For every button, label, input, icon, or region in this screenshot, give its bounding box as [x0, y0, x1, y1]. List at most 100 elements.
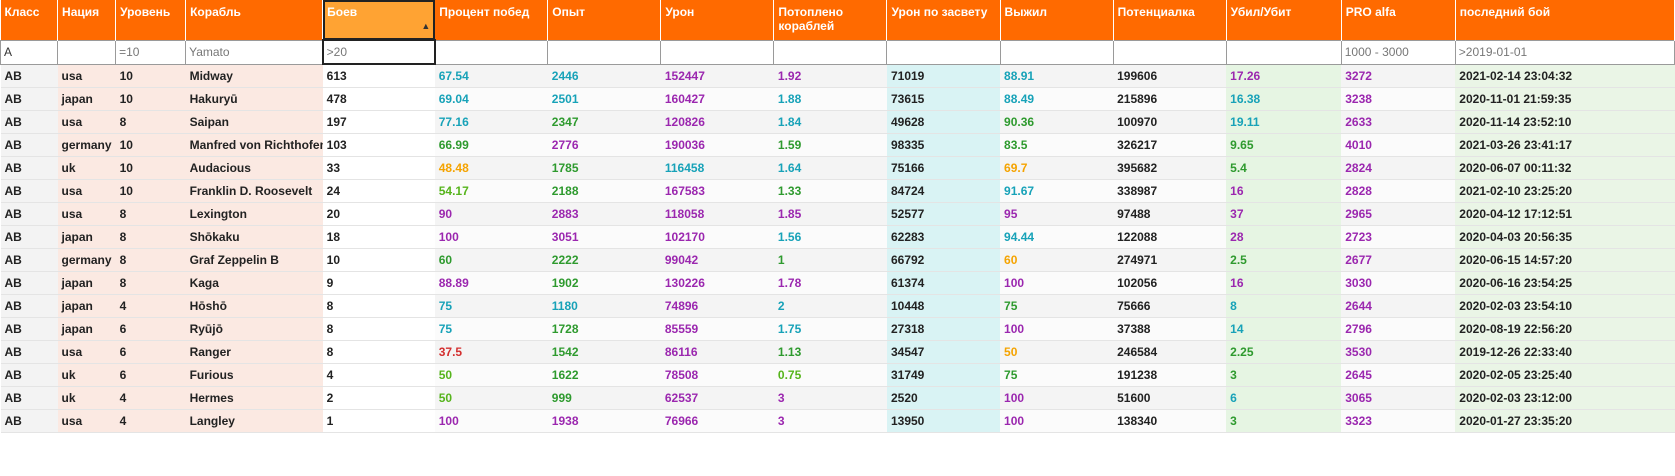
- table-row[interactable]: AB uk 6 Furious 4 50 1622 78508 0.75 31749 75 19123…: [0, 363, 1675, 387]
- column-header-frags[interactable]: Потоплено кораблей: [773, 0, 888, 40]
- cell-winrate: 88.89: [434, 271, 548, 295]
- cell-pro: 2828: [1341, 179, 1456, 203]
- cell-nation: uk: [57, 386, 116, 410]
- cell-spot: 66792: [886, 248, 1001, 272]
- table-row[interactable]: AB japan 4 Hōshō 8 75 1180 74896 2 10448 75 75666 8 2…: [0, 294, 1675, 318]
- column-header-spot[interactable]: Урон по засвету: [886, 0, 1001, 40]
- cell-potential: 274971: [1113, 248, 1227, 272]
- filter-input-tier[interactable]: [116, 41, 185, 63]
- filter-input-class[interactable]: [1, 41, 57, 63]
- column-header-xp[interactable]: Опыт: [547, 0, 662, 40]
- cell-ship: Hermes: [185, 386, 323, 410]
- column-header-damage[interactable]: Урон: [660, 0, 775, 40]
- cell-nation: japan: [57, 87, 116, 111]
- cell-battles: 2: [322, 386, 435, 410]
- cell-survived: 83.5: [1000, 133, 1114, 157]
- column-header-nation[interactable]: Нация: [57, 0, 117, 40]
- cell-frags: 1.59: [773, 133, 887, 157]
- cell-nation: usa: [57, 179, 116, 203]
- cell-nation: japan: [57, 271, 116, 295]
- column-header-survived[interactable]: Выжил: [1000, 0, 1114, 40]
- cell-winrate: 100: [434, 225, 548, 249]
- cell-battles: 10: [322, 248, 435, 272]
- column-header-class[interactable]: Класс: [0, 0, 59, 40]
- table-row[interactable]: AB japan 8 Shōkaku 18 100 3051 102170 1.56 62283 9…: [0, 225, 1675, 249]
- cell-last: 2020-02-03 23:12:00: [1455, 386, 1675, 410]
- table-row[interactable]: AB japan 10 Hakuryū 478 69.04 2501 160427 1.88 73…: [0, 87, 1675, 111]
- filter-input-winrate[interactable]: [435, 41, 547, 63]
- filter-cell-spot: [886, 39, 1001, 65]
- cell-potential: 199606: [1113, 64, 1227, 88]
- cell-damage: 116458: [660, 156, 774, 180]
- cell-class: AB: [0, 110, 58, 134]
- cell-last: 2020-02-03 23:54:10: [1455, 294, 1675, 318]
- table-row[interactable]: AB japan 8 Kaga 9 88.89 1902 130226 1.78 61374 100…: [0, 271, 1675, 295]
- cell-pro: 3272: [1341, 64, 1456, 88]
- cell-class: AB: [0, 202, 58, 226]
- cell-ship: Hōshō: [185, 294, 323, 318]
- table-row[interactable]: AB usa 10 Franklin D. Roosevelt 24 54.17 2188 1…: [0, 179, 1675, 203]
- cell-xp: 2222: [547, 248, 661, 272]
- column-header-potential[interactable]: Потенциалка: [1113, 0, 1227, 40]
- cell-damage: 160427: [660, 87, 774, 111]
- cell-tier: 8: [115, 248, 186, 272]
- cell-ship: Shōkaku: [185, 225, 323, 249]
- table-row[interactable]: AB usa 8 Saipan 197 77.16 2347 120826 1.84 49628 9…: [0, 110, 1675, 134]
- cell-last: 2020-11-14 23:52:10: [1455, 110, 1675, 134]
- column-header-tier[interactable]: Уровень: [115, 0, 187, 40]
- column-header-kd[interactable]: Убил/Убит: [1226, 0, 1342, 40]
- column-header-label: Урон: [665, 5, 695, 19]
- cell-battles: 197: [322, 110, 435, 134]
- filter-input-xp[interactable]: [548, 41, 660, 63]
- cell-nation: germany: [57, 248, 116, 272]
- cell-frags: 1.56: [773, 225, 887, 249]
- filter-input-last[interactable]: [1456, 41, 1674, 63]
- table-row[interactable]: AB usa 6 Ranger 8 37.5 1542 86116 1.13 34547 50 246…: [0, 340, 1675, 364]
- table-row[interactable]: AB usa 8 Lexington 20 90 2883 118058 1.85 52577 95…: [0, 202, 1675, 226]
- filter-input-potential[interactable]: [1114, 41, 1226, 63]
- column-header-pro[interactable]: PRO alfa: [1341, 0, 1456, 40]
- filter-input-nation[interactable]: [58, 41, 115, 63]
- cell-frags: 3: [773, 409, 887, 433]
- cell-nation: japan: [57, 294, 116, 318]
- filter-input-ship[interactable]: [186, 41, 322, 63]
- column-header-ship[interactable]: Корабль: [185, 0, 324, 40]
- cell-tier: 10: [115, 87, 186, 111]
- column-header-label: Опыт: [552, 5, 586, 19]
- filter-input-survived[interactable]: [1001, 41, 1113, 63]
- cell-survived: 60: [1000, 248, 1114, 272]
- filter-input-damage[interactable]: [661, 41, 773, 63]
- cell-tier: 8: [115, 225, 186, 249]
- table-row[interactable]: AB usa 4 Langley 1 100 1938 76966 3 13950 100 13834…: [0, 409, 1675, 433]
- table-row[interactable]: AB uk 10 Audacious 33 48.48 1785 116458 1.64 7516…: [0, 156, 1675, 180]
- table-row[interactable]: AB uk 4 Hermes 2 50 999 62537 3 2520 100 51600 6 3065…: [0, 386, 1675, 410]
- table-row[interactable]: AB usa 10 Midway 613 67.54 2446 152447 1.92 71019…: [0, 64, 1675, 88]
- cell-ship: Langley: [185, 409, 323, 433]
- cell-ship: Hakuryū: [185, 87, 323, 111]
- cell-frags: 2: [773, 294, 887, 318]
- cell-last: 2020-04-12 17:12:51: [1455, 202, 1675, 226]
- filter-input-battles[interactable]: [324, 42, 433, 62]
- column-header-last[interactable]: последний бой: [1455, 0, 1675, 40]
- cell-class: AB: [0, 294, 58, 318]
- filter-cell-ship: [185, 39, 324, 65]
- cell-class: AB: [0, 248, 58, 272]
- table-row[interactable]: AB germany 8 Graf Zeppelin B 10 60 2222 99042 1 6…: [0, 248, 1675, 272]
- table-row[interactable]: AB germany 10 Manfred von Richthofen 103 66.9…: [0, 133, 1675, 157]
- filter-input-frags[interactable]: [774, 41, 886, 63]
- column-header-label: Уровень: [120, 5, 171, 19]
- cell-tier: 6: [115, 340, 186, 364]
- column-header-winrate[interactable]: Процент побед: [434, 0, 549, 40]
- cell-tier: 4: [115, 294, 186, 318]
- table-row[interactable]: AB japan 6 Ryūjō 8 75 1728 85559 1.75 27318 100 373…: [0, 317, 1675, 341]
- cell-last: 2020-06-15 14:57:20: [1455, 248, 1675, 272]
- cell-damage: 118058: [660, 202, 774, 226]
- cell-winrate: 75: [434, 294, 548, 318]
- column-header-battles[interactable]: Боев ▲: [322, 0, 436, 40]
- filter-input-spot[interactable]: [887, 41, 1000, 63]
- cell-pro: 2645: [1341, 363, 1456, 387]
- cell-class: AB: [0, 179, 58, 203]
- column-header-label: Урон по засвету: [891, 5, 988, 19]
- filter-input-pro[interactable]: [1342, 41, 1455, 63]
- filter-input-kd[interactable]: [1227, 41, 1341, 63]
